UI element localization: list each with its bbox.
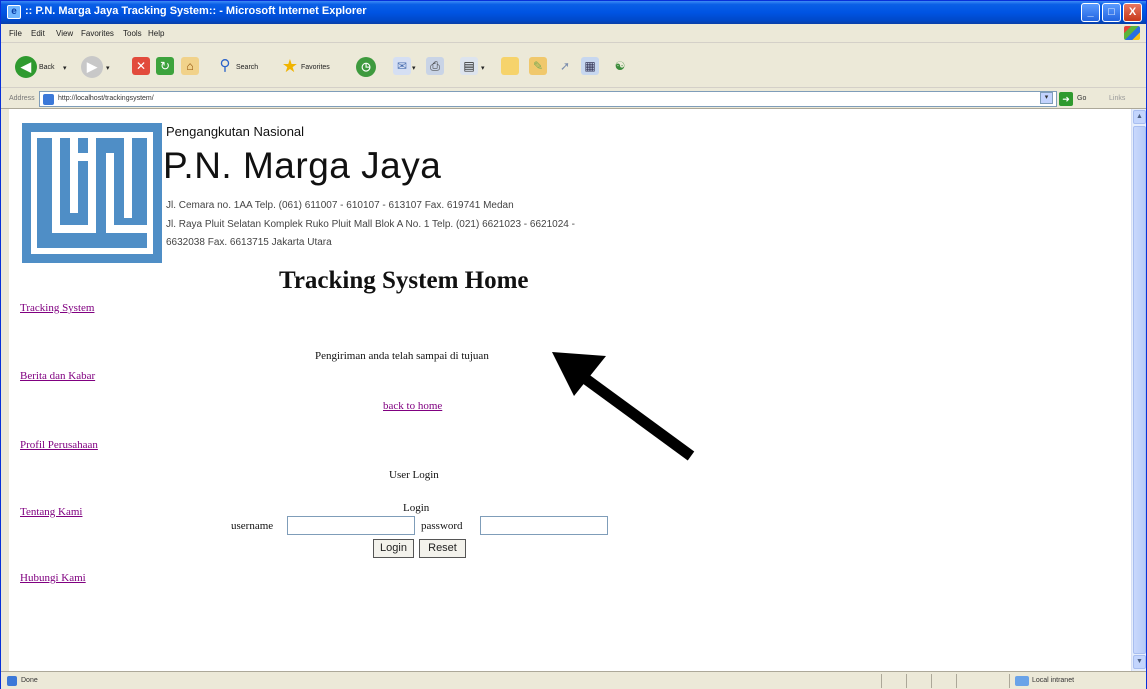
company-tagline: Pengangkutan Nasional bbox=[166, 124, 305, 139]
page-content: Pengangkutan Nasional P.N. Marga Jaya Jl… bbox=[9, 109, 1131, 671]
research-icon[interactable]: ✎ bbox=[529, 57, 547, 75]
delivery-status-message: Pengiriman anda telah sampai di tujuan bbox=[315, 350, 489, 362]
status-separator bbox=[931, 674, 932, 688]
nav-link-hubungi-kami[interactable]: Hubungi Kami bbox=[20, 572, 86, 584]
company-address-line: Jl. Cemara no. 1AA Telp. (061) 611007 - … bbox=[166, 200, 514, 211]
nav-link-tentang-kami[interactable]: Tentang Kami bbox=[20, 506, 82, 518]
toolbar: ◀ Back ▾ ▶ ▾ ✕ ↻ ⌂ ⚲ Search ★ Favorites … bbox=[1, 44, 1146, 88]
go-arrow-icon[interactable]: ➜ bbox=[1059, 92, 1073, 106]
back-label[interactable]: Back bbox=[39, 64, 55, 71]
minimize-button[interactable]: _ bbox=[1081, 3, 1100, 22]
favorites-label[interactable]: Favorites bbox=[301, 64, 330, 71]
page-done-icon bbox=[7, 676, 17, 686]
reset-button[interactable]: Reset bbox=[419, 539, 466, 558]
company-logo bbox=[22, 123, 162, 263]
company-address-line: Jl. Raya Pluit Selatan Komplek Ruko Plui… bbox=[166, 219, 575, 230]
username-input[interactable] bbox=[287, 516, 415, 535]
menu-bar: File Edit View Favorites Tools Help bbox=[1, 24, 1146, 43]
status-separator bbox=[1009, 674, 1010, 688]
messenger-icon[interactable]: ➚ bbox=[556, 57, 574, 75]
menu-file[interactable]: File bbox=[9, 29, 22, 38]
back-dropdown-icon[interactable]: ▾ bbox=[63, 64, 67, 72]
window-title: :: P.N. Marga Jaya Tracking System:: - M… bbox=[25, 5, 367, 17]
folder-icon[interactable] bbox=[501, 57, 519, 75]
status-separator bbox=[906, 674, 907, 688]
intranet-zone-icon bbox=[1015, 676, 1029, 686]
scroll-down-icon[interactable]: ▼ bbox=[1133, 655, 1146, 669]
login-section-title: User Login bbox=[389, 469, 439, 481]
address-url[interactable]: http://localhost/trackingsystem/ bbox=[58, 95, 154, 102]
close-button[interactable]: X bbox=[1123, 3, 1142, 22]
address-bar: Address http://localhost/trackingsystem/… bbox=[1, 89, 1146, 109]
vertical-scrollbar[interactable]: ▲ ▼ bbox=[1131, 109, 1146, 671]
password-input[interactable] bbox=[480, 516, 608, 535]
password-label: password bbox=[421, 520, 463, 532]
home-icon[interactable]: ⌂ bbox=[181, 57, 199, 75]
tool-icon[interactable]: ▦ bbox=[581, 57, 599, 75]
stop-icon[interactable]: ✕ bbox=[132, 57, 150, 75]
search-icon[interactable]: ⚲ bbox=[216, 57, 234, 75]
browser-window: e :: P.N. Marga Jaya Tracking System:: -… bbox=[0, 0, 1147, 689]
status-bar: Done Local intranet bbox=[1, 671, 1146, 689]
status-separator bbox=[956, 674, 957, 688]
page-title: Tracking System Home bbox=[279, 267, 529, 294]
go-button[interactable]: Go bbox=[1077, 95, 1086, 102]
scroll-up-icon[interactable]: ▲ bbox=[1133, 110, 1146, 124]
menu-favorites[interactable]: Favorites bbox=[81, 29, 114, 38]
username-label: username bbox=[231, 520, 274, 532]
nav-link-berita-dan-kabar[interactable]: Berita dan Kabar bbox=[20, 370, 95, 382]
maximize-button[interactable]: □ bbox=[1102, 3, 1121, 22]
address-dropdown-icon[interactable]: ▾ bbox=[1040, 92, 1053, 104]
menu-help[interactable]: Help bbox=[148, 29, 164, 38]
refresh-icon[interactable]: ↻ bbox=[156, 57, 174, 75]
status-separator bbox=[881, 674, 882, 688]
address-input[interactable]: http://localhost/trackingsystem/ bbox=[39, 91, 1057, 107]
links-button[interactable]: Links bbox=[1109, 95, 1125, 102]
window-controls: _ □ X bbox=[1081, 3, 1142, 22]
back-to-home-link[interactable]: back to home bbox=[383, 400, 442, 412]
mail-icon[interactable]: ✉ bbox=[393, 57, 411, 75]
page-favicon-icon bbox=[43, 94, 54, 105]
mail-dropdown-icon[interactable]: ▾ bbox=[412, 64, 416, 72]
security-zone: Local intranet bbox=[1032, 677, 1075, 684]
forward-dropdown-icon[interactable]: ▾ bbox=[106, 64, 110, 72]
favorites-star-icon[interactable]: ★ bbox=[281, 57, 299, 75]
search-label[interactable]: Search bbox=[236, 64, 258, 71]
forward-arrow-icon[interactable]: ▶ bbox=[81, 56, 103, 78]
login-form-title: Login bbox=[403, 502, 430, 514]
login-button[interactable]: Login bbox=[373, 539, 414, 558]
nav-link-profil-perusahaan[interactable]: Profil Perusahaan bbox=[20, 439, 98, 451]
address-label: Address bbox=[9, 95, 35, 102]
title-bar[interactable]: e :: P.N. Marga Jaya Tracking System:: -… bbox=[1, 1, 1146, 24]
history-icon[interactable]: ◷ bbox=[356, 57, 376, 77]
ie-icon: e bbox=[7, 5, 21, 19]
annotation-arrow-icon bbox=[552, 352, 695, 461]
media-icon[interactable]: ☯ bbox=[611, 57, 629, 75]
company-name: P.N. Marga Jaya bbox=[163, 145, 442, 186]
company-address-line: 6632038 Fax. 6613715 Jakarta Utara bbox=[166, 237, 332, 248]
scroll-thumb[interactable] bbox=[1133, 126, 1146, 654]
menu-view[interactable]: View bbox=[56, 29, 73, 38]
nav-link-tracking-system[interactable]: Tracking System bbox=[20, 302, 94, 314]
menu-tools[interactable]: Tools bbox=[123, 29, 142, 38]
back-arrow-icon[interactable]: ◀ bbox=[15, 56, 37, 78]
status-text: Done bbox=[21, 677, 38, 684]
edit-dropdown-icon[interactable]: ▾ bbox=[481, 64, 485, 72]
menu-edit[interactable]: Edit bbox=[31, 29, 45, 38]
windows-logo-icon bbox=[1124, 26, 1140, 40]
print-icon[interactable]: ⎙ bbox=[426, 57, 444, 75]
edit-icon[interactable]: ▤ bbox=[460, 57, 478, 75]
